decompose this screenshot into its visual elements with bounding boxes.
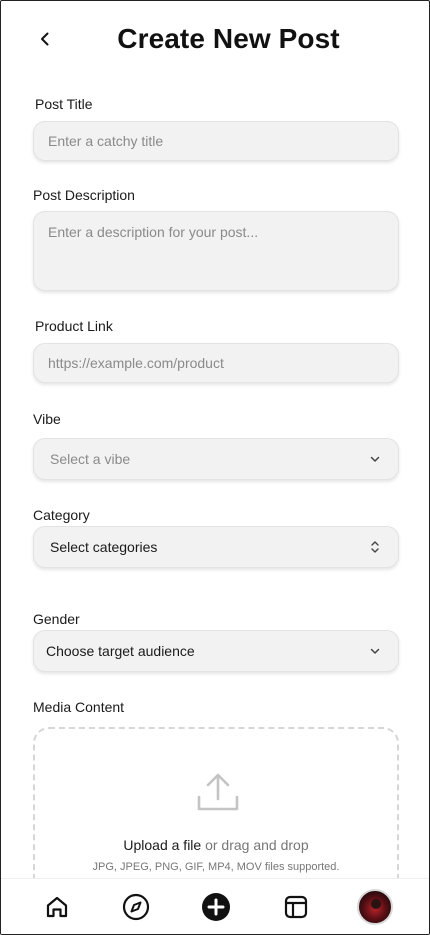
post-title-label: Post Title — [35, 96, 93, 112]
layout-icon — [284, 895, 308, 919]
tab-layout[interactable] — [276, 887, 316, 927]
category-label: Category — [33, 507, 90, 523]
vibe-label: Vibe — [33, 411, 61, 427]
post-description-textarea[interactable]: Enter a description for your post... — [33, 211, 399, 291]
post-description-placeholder: Enter a description for your post... — [48, 224, 259, 240]
vibe-select[interactable]: Select a vibe — [33, 438, 399, 480]
chevrons-up-down-icon — [368, 540, 382, 554]
upload-drag-text: or drag and drop — [201, 837, 309, 853]
header: Create New Post — [1, 15, 429, 65]
bottom-tab-bar — [1, 878, 429, 934]
product-link-placeholder: https://example.com/product — [48, 355, 224, 371]
upload-icon — [197, 773, 239, 811]
media-content-label: Media Content — [33, 699, 125, 715]
upload-file-link[interactable]: Upload a file — [123, 837, 201, 853]
product-link-label: Product Link — [35, 318, 113, 334]
category-select-value: Select categories — [50, 539, 158, 555]
home-icon — [46, 896, 68, 918]
add-circle-icon — [202, 893, 230, 921]
gender-select-value: Choose target audience — [46, 643, 195, 659]
tab-explore[interactable] — [116, 887, 156, 927]
upload-instructions: Upload a file or drag and drop — [35, 837, 397, 853]
app-frame: Create New Post Post Title Enter a catch… — [0, 0, 430, 935]
post-description-label: Post Description — [33, 187, 135, 203]
category-select[interactable]: Select categories — [33, 526, 399, 568]
compass-icon — [122, 893, 150, 921]
chevron-down-icon — [368, 644, 382, 658]
page-title: Create New Post — [117, 23, 340, 54]
upload-file-types: JPG, JPEG, PNG, GIF, MP4, MOV files supp… — [92, 861, 340, 873]
gender-label: Gender — [33, 611, 80, 627]
avatar — [357, 889, 393, 925]
product-link-input[interactable]: https://example.com/product — [33, 343, 399, 383]
vibe-select-value: Select a vibe — [50, 451, 131, 467]
post-title-input[interactable]: Enter a catchy title — [33, 121, 399, 161]
gender-select[interactable]: Choose target audience — [33, 630, 399, 672]
tab-profile[interactable] — [355, 887, 395, 927]
tab-home[interactable] — [37, 887, 77, 927]
chevron-down-icon — [368, 452, 382, 466]
post-title-placeholder: Enter a catchy title — [48, 133, 164, 149]
tab-create[interactable] — [196, 887, 236, 927]
